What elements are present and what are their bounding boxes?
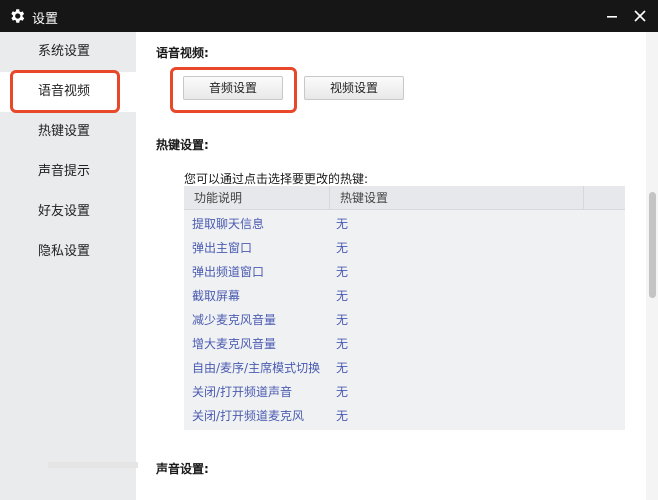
row-hotkey: 无 xyxy=(336,289,349,303)
table-row[interactable]: 增大麦克风音量 无 xyxy=(184,332,625,356)
hotkeys-title: 热键设置: xyxy=(156,138,209,152)
table-row[interactable]: 减少麦克风音量 无 xyxy=(184,308,625,332)
scrollbar[interactable] xyxy=(646,32,658,500)
row-hotkey: 无 xyxy=(336,337,349,351)
title-bar: 设置 xyxy=(0,0,658,32)
sound-setting-partial xyxy=(48,462,138,468)
table-row[interactable]: 提取聊天信息 无 xyxy=(184,212,625,236)
row-function: 增大麦克风音量 xyxy=(192,337,277,351)
sidebar-item-friends[interactable]: 好友设置 xyxy=(0,192,136,232)
row-hotkey: 无 xyxy=(336,217,349,231)
row-hotkey: 无 xyxy=(336,409,349,423)
highlight-box xyxy=(10,70,120,113)
table-row[interactable]: 关闭/打开频道声音 无 xyxy=(184,380,625,404)
row-function: 提取聊天信息 xyxy=(192,217,265,231)
row-hotkey: 无 xyxy=(336,265,349,279)
table-header: 功能说明 热键设置 xyxy=(184,186,625,210)
row-function: 关闭/打开频道声音 xyxy=(192,385,293,399)
column-header-function: 功能说明 xyxy=(184,186,330,210)
minimize-icon[interactable] xyxy=(602,6,622,26)
table-row[interactable]: 关闭/打开频道麦克风 无 xyxy=(184,404,625,428)
sound-settings-title: 声音设置: xyxy=(156,462,209,476)
voice-video-title: 语音视频: xyxy=(156,46,209,60)
window-title: 设置 xyxy=(32,12,59,27)
sidebar-item-system[interactable]: 系统设置 xyxy=(0,32,136,72)
gear-icon xyxy=(11,9,25,23)
row-function: 截取屏幕 xyxy=(192,289,241,303)
scrollbar-thumb[interactable] xyxy=(649,192,656,298)
row-function: 减少麦克风音量 xyxy=(192,313,277,327)
hotkeys-table: 功能说明 热键设置 提取聊天信息无 弹出主窗口无 弹出频道窗口无 截取屏幕无 减… xyxy=(184,186,625,430)
video-settings-button[interactable]: 视频设置 xyxy=(304,76,404,100)
row-hotkey: 无 xyxy=(336,361,349,375)
row-hotkey: 无 xyxy=(336,241,349,255)
row-hotkey: 无 xyxy=(336,313,349,327)
row-function: 关闭/打开频道麦克风 xyxy=(192,409,305,423)
highlight-box xyxy=(170,67,297,113)
sidebar-item-hotkeys[interactable]: 热键设置 xyxy=(0,112,136,152)
table-row[interactable]: 弹出主窗口 无 xyxy=(184,236,625,260)
table-row[interactable]: 截取屏幕 无 xyxy=(184,284,625,308)
sidebar-item-sound-alerts[interactable]: 声音提示 xyxy=(0,152,136,192)
table-row[interactable]: 自由/麦序/主席模式切换 无 xyxy=(184,356,625,380)
row-function: 自由/麦序/主席模式切换 xyxy=(192,361,321,375)
row-hotkey: 无 xyxy=(336,385,349,399)
column-header-hotkey: 热键设置 xyxy=(330,186,584,210)
row-function: 弹出主窗口 xyxy=(192,241,253,255)
sidebar-item-privacy[interactable]: 隐私设置 xyxy=(0,232,136,272)
hotkeys-hint: 您可以通过点击选择要更改的热键: xyxy=(184,172,369,186)
close-icon[interactable] xyxy=(630,6,650,26)
row-function: 弹出频道窗口 xyxy=(192,265,265,279)
table-row[interactable]: 弹出频道窗口 无 xyxy=(184,260,625,284)
